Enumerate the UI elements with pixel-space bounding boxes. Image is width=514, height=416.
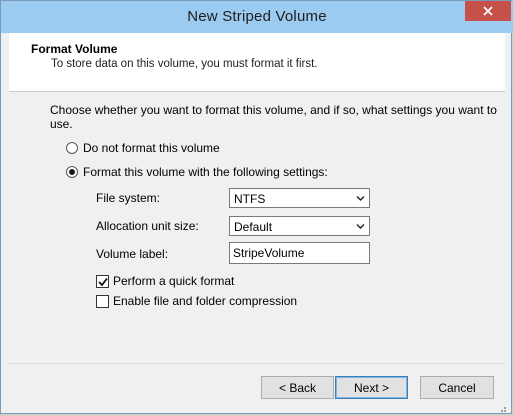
resize-grip-icon[interactable]: [497, 405, 507, 413]
window-title: New Striped Volume: [187, 8, 327, 25]
next-button[interactable]: Next >: [335, 376, 408, 399]
instruction-text: Choose whether you want to format this v…: [50, 103, 497, 131]
page-subtitle: To store data on this volume, you must f…: [51, 58, 318, 70]
volume-label-label: Volume label:: [96, 247, 169, 261]
dropdown-arrow-icon: [356, 196, 365, 201]
close-button[interactable]: [465, 1, 511, 21]
allocation-unit-value: Default: [234, 220, 273, 234]
volume-label-input[interactable]: [230, 243, 363, 263]
format-volume-radio[interactable]: [66, 166, 78, 178]
wizard-body: Choose whether you want to format this v…: [9, 92, 505, 362]
wizard-window: New Striped Volume Format Volume To stor…: [0, 0, 513, 414]
page-title: Format Volume: [31, 42, 118, 56]
compression-checkbox[interactable]: [96, 295, 109, 308]
compression-label[interactable]: Enable file and folder compression: [113, 294, 297, 308]
checkmark-icon: [98, 277, 108, 287]
do-not-format-label[interactable]: Do not format this volume: [83, 141, 220, 155]
quick-format-label[interactable]: Perform a quick format: [113, 274, 234, 288]
close-icon: [483, 6, 493, 16]
quick-format-checkbox[interactable]: [96, 275, 109, 288]
file-system-select[interactable]: NTFS: [229, 188, 370, 208]
volume-label-field[interactable]: [229, 242, 370, 264]
file-system-label: File system:: [96, 191, 161, 205]
footer-divider: [9, 363, 505, 364]
file-system-value: NTFS: [234, 192, 266, 206]
back-button[interactable]: < Back: [261, 376, 334, 399]
do-not-format-radio[interactable]: [66, 142, 78, 154]
allocation-unit-select[interactable]: Default: [229, 216, 370, 236]
wizard-header: Format Volume To store data on this volu…: [9, 33, 505, 92]
dropdown-arrow-icon: [356, 224, 365, 229]
title-bar[interactable]: New Striped Volume: [1, 1, 513, 33]
format-volume-label[interactable]: Format this volume with the following se…: [83, 165, 328, 179]
allocation-unit-label: Allocation unit size:: [96, 219, 199, 233]
cancel-button[interactable]: Cancel: [420, 376, 494, 399]
